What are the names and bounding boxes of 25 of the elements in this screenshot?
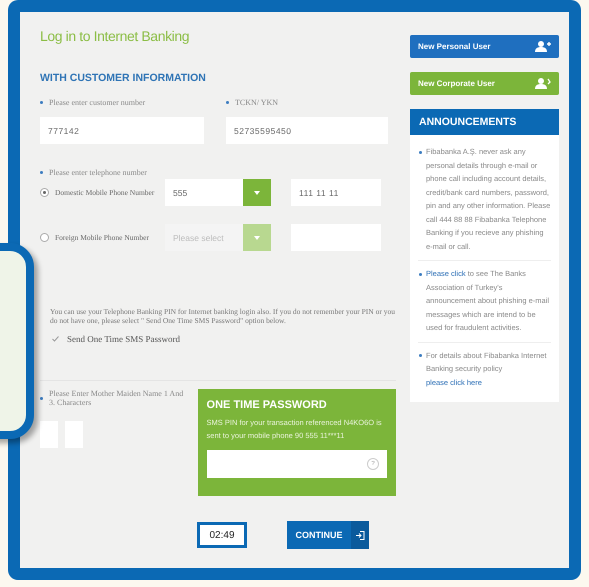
new-user-button[interactable]: New Personal User — [410, 35, 559, 58]
add-user-icon — [535, 41, 551, 52]
announcements-header: ANNOUNCEMENTS — [410, 109, 559, 135]
continue-button[interactable]: CONTINUE — [287, 521, 369, 549]
field-label: Please enter telephone number — [40, 168, 147, 177]
section-heading: WITH CUSTOMER INFORMATION — [40, 72, 207, 84]
input-field[interactable]: 111 11 11 — [291, 179, 381, 206]
radio-button[interactable] — [40, 188, 49, 197]
login-icon — [356, 530, 364, 540]
input-field[interactable]: 777142 — [40, 117, 204, 144]
caret-icon — [254, 236, 260, 240]
otp-title: ONE TIME PASSWORD — [206, 399, 328, 411]
sms-checkbox[interactable]: Send One Time SMS Password — [52, 334, 396, 344]
dropdown[interactable]: 555 — [165, 179, 271, 206]
add-user-icon — [535, 78, 551, 89]
char-field[interactable] — [40, 421, 58, 448]
field-label: TCKN/ YKN — [226, 98, 388, 107]
page-title: Log in to Internet Banking — [40, 28, 190, 44]
caret-icon — [254, 190, 260, 194]
field-label: Please Enter Mother Maiden Name 1 And 3. Characters — [40, 389, 190, 407]
countdown-timer: 02:49 — [197, 522, 247, 548]
check-icon — [52, 336, 59, 342]
input-field[interactable]: 52735595450 — [226, 117, 388, 144]
radio-button[interactable] — [40, 233, 49, 242]
field-label: Please enter customer number — [40, 98, 204, 107]
